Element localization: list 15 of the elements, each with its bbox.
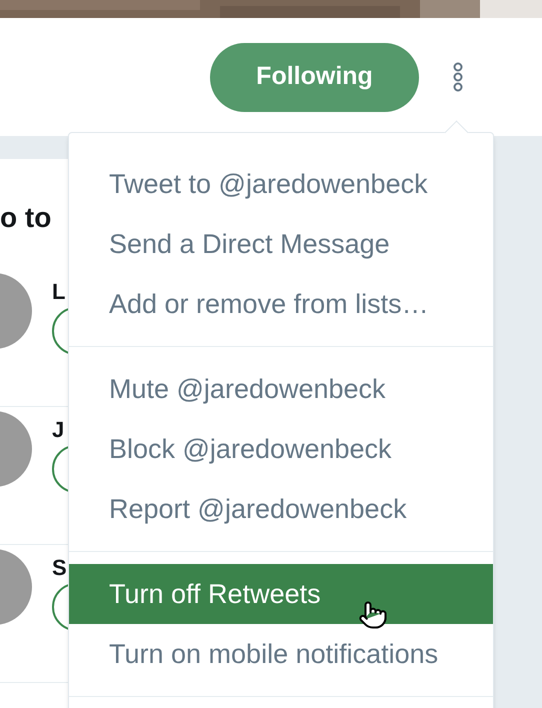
user-name: J xyxy=(52,416,64,444)
menu-item[interactable]: Turn off Retweets xyxy=(69,564,493,624)
user-name: L xyxy=(52,278,66,306)
menu-item[interactable]: Send a Direct Message xyxy=(69,214,493,274)
more-icon[interactable] xyxy=(452,62,464,92)
user-name: S xyxy=(52,554,67,582)
menu-item[interactable]: Turn on mobile notifications xyxy=(69,624,493,684)
menu-item[interactable]: Add or remove from lists… xyxy=(69,274,493,334)
menu-item[interactable]: Block @jaredowenbeck xyxy=(69,419,493,479)
menu-item[interactable]: Tweet to @jaredowenbeck xyxy=(69,154,493,214)
menu-item[interactable]: Mute @jaredowenbeck xyxy=(69,359,493,419)
menu-item[interactable]: Report @jaredowenbeck xyxy=(69,479,493,539)
following-button[interactable]: Following xyxy=(210,42,419,112)
hand-pointer-icon xyxy=(358,600,388,630)
card-heading: o to xyxy=(0,201,52,235)
